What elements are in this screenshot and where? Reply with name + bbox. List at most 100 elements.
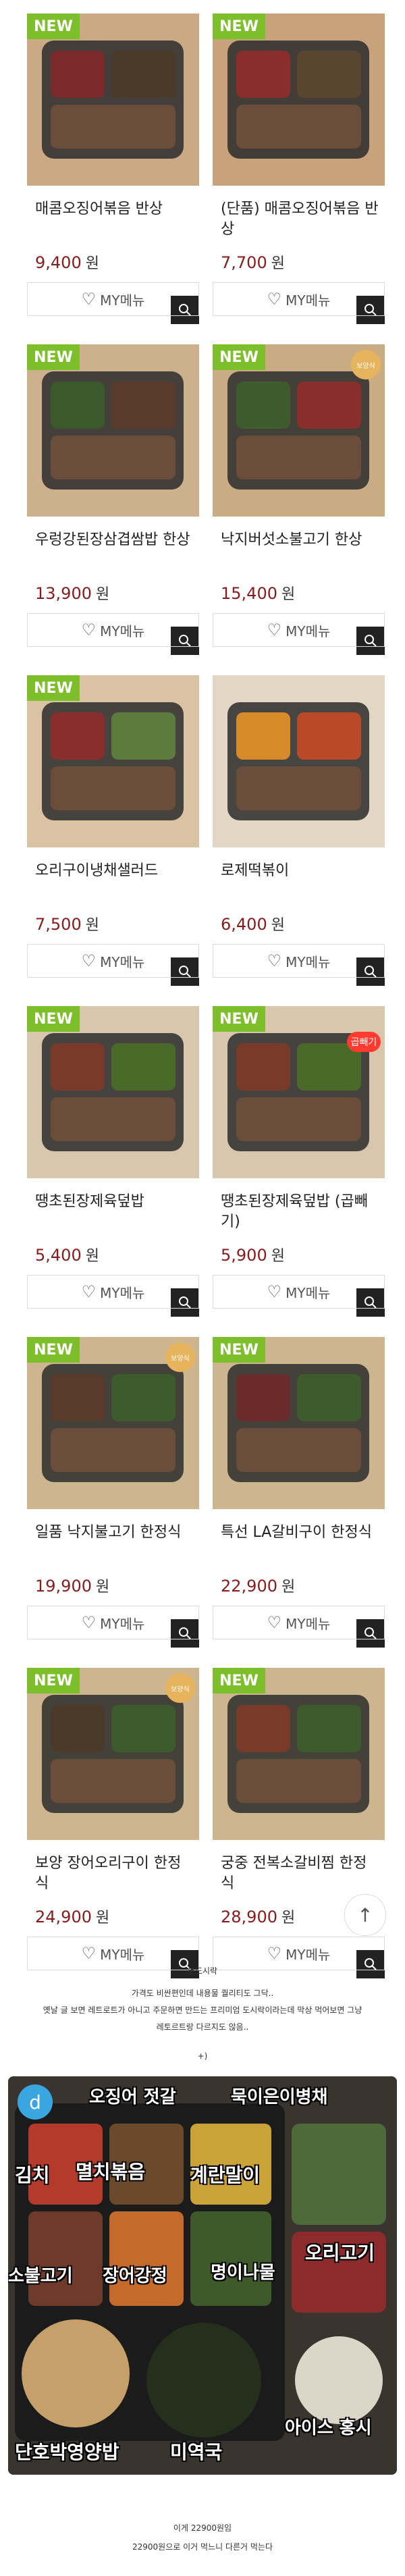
product-image[interactable] (27, 1006, 199, 1178)
product-name[interactable]: 로제떡볶이 (221, 861, 379, 881)
scroll-to-top-button[interactable]: ↑ (344, 1894, 386, 1936)
price-value: 6,400 (221, 915, 267, 934)
mymenu-label: MY메뉴 (286, 953, 331, 970)
currency-label: 원 (271, 255, 285, 272)
product-price: 5,400 원 (35, 1244, 99, 1265)
product-price: 15,400 원 (221, 582, 295, 604)
product-name[interactable]: 오리구이냉채샐러드 (35, 861, 194, 881)
photo-label: 묵이은이병채 (231, 2087, 328, 2107)
product-name[interactable]: (단품) 매콤오징어볶음 반상 (221, 199, 379, 240)
product-card[interactable]: NEW 우렁강된장삼겹쌈밥 한상 13,900 원 ♡ MY메뉴 (27, 344, 199, 655)
heart-icon: ♡ (81, 951, 97, 970)
post-section-title: 본도시락 (187, 1966, 218, 1976)
new-badge: NEW (27, 344, 80, 370)
product-card[interactable]: NEW 오리구이냉채샐러드 7,500 원 ♡ MY메뉴 (27, 675, 199, 986)
product-price: 19,900 원 (35, 1575, 109, 1596)
add-to-mymenu-button[interactable]: ♡ MY메뉴 (213, 1275, 385, 1309)
add-to-mymenu-button[interactable]: ♡ MY메뉴 (27, 282, 199, 316)
photo-label: 오리고기 (305, 2242, 375, 2264)
new-badge: NEW (27, 14, 80, 39)
product-image[interactable] (213, 14, 385, 186)
add-to-mymenu-button[interactable]: ♡ MY메뉴 (27, 613, 199, 647)
add-to-mymenu-button[interactable]: ♡ MY메뉴 (213, 282, 385, 316)
product-card[interactable]: NEW 특선 LA갈비구이 한정식 22,900 원 ♡ MY메뉴 (213, 1337, 385, 1648)
add-to-mymenu-button[interactable]: ♡ MY메뉴 (27, 1275, 199, 1309)
photo-label: 김치 (15, 2164, 50, 2186)
product-name[interactable]: 우렁강된장삼겹쌈밥 한상 (35, 530, 194, 550)
price-value: 5,400 (35, 1246, 82, 1265)
product-image[interactable] (27, 14, 199, 186)
product-name[interactable]: 낙지버섯소불고기 한상 (221, 530, 379, 550)
product-name[interactable]: 땡초된장제육덮밥 (35, 1192, 194, 1212)
currency-label: 원 (95, 1910, 110, 1926)
photo-label: 장어강정 (103, 2266, 167, 2286)
mymenu-label: MY메뉴 (100, 292, 145, 309)
product-price: 7,700 원 (221, 251, 285, 273)
product-card[interactable]: NEW (단품) 매콤오징어볶음 반상 7,700 원 ♡ MY메뉴 (213, 14, 385, 324)
product-card[interactable]: NEW 보양식 보양 장어오리구이 한정식 24,900 원 ♡ MY메뉴 (27, 1668, 199, 1978)
new-badge: NEW (213, 1668, 265, 1693)
new-badge: NEW (213, 14, 265, 39)
heart-icon: ♡ (81, 1944, 97, 1963)
photo-label: 미역국 (170, 2441, 223, 2463)
price-value: 24,900 (35, 1908, 92, 1926)
post-aside: +) (197, 2051, 208, 2061)
currency-label: 원 (95, 586, 110, 603)
mymenu-label: MY메뉴 (100, 953, 145, 970)
heart-icon: ♡ (81, 1282, 97, 1301)
mymenu-label: MY메뉴 (286, 623, 331, 639)
price-value: 9,400 (35, 253, 82, 272)
product-card[interactable]: NEW 매콤오징어볶음 반상 9,400 원 ♡ MY메뉴 (27, 14, 199, 324)
currency-label: 원 (271, 917, 285, 934)
mymenu-label: MY메뉴 (100, 1284, 145, 1301)
product-price: 9,400 원 (35, 251, 99, 273)
currency-label: 원 (95, 1579, 110, 1596)
currency-label: 원 (271, 1248, 285, 1265)
post-line-1: 가격도 비싼편인데 내용물 퀄리티도 그닥.. (131, 1989, 274, 1998)
product-image[interactable] (213, 1337, 385, 1509)
product-price: 28,900 원 (221, 1905, 295, 1927)
price-value: 13,900 (35, 584, 92, 603)
product-card[interactable]: NEW 곱빼기 땡초된장제육덮밥 (곱빼기) 5,900 원 ♡ MY메뉴 (213, 1006, 385, 1317)
heart-icon: ♡ (81, 290, 97, 309)
currency-label: 원 (85, 255, 99, 272)
product-image[interactable] (213, 675, 385, 847)
product-name[interactable]: 특선 LA갈비구이 한정식 (221, 1523, 379, 1543)
photo-label: 계란말이 (190, 2164, 261, 2186)
heart-icon: ♡ (267, 1944, 282, 1963)
product-card[interactable]: NEW 보양식 일품 낙지불고기 한정식 19,900 원 ♡ MY메뉴 (27, 1337, 199, 1648)
product-card[interactable]: NEW 땡초된장제육덮밥 5,400 원 ♡ MY메뉴 (27, 1006, 199, 1317)
price-value: 19,900 (35, 1577, 92, 1596)
food-photo-svg (213, 1337, 385, 1509)
product-image[interactable] (27, 344, 199, 517)
food-photo-svg (213, 1668, 385, 1840)
currency-label: 원 (281, 586, 296, 603)
add-to-mymenu-button[interactable]: ♡ MY메뉴 (213, 1606, 385, 1639)
product-name[interactable]: 궁중 전복소갈비찜 한정식 (221, 1854, 379, 1894)
heart-icon: ♡ (267, 621, 282, 639)
product-name[interactable]: 매콤오징어볶음 반상 (35, 199, 194, 219)
mymenu-label: MY메뉴 (286, 1946, 331, 1963)
heart-icon: ♡ (267, 1282, 282, 1301)
product-price: 22,900 원 (221, 1575, 295, 1596)
currency-label: 원 (281, 1579, 296, 1596)
product-card[interactable]: 로제떡볶이 6,400 원 ♡ MY메뉴 (213, 675, 385, 986)
product-name[interactable]: 보양 장어오리구이 한정식 (35, 1854, 194, 1894)
add-to-mymenu-button[interactable]: ♡ MY메뉴 (27, 1606, 199, 1639)
add-to-mymenu-button[interactable]: ♡ MY메뉴 (27, 944, 199, 978)
product-price: 6,400 원 (221, 913, 285, 935)
mymenu-label: MY메뉴 (100, 1615, 145, 1632)
product-name[interactable]: 땡초된장제육덮밥 (곱빼기) (221, 1192, 379, 1232)
currency-label: 원 (85, 1248, 99, 1265)
product-name[interactable]: 일품 낙지불고기 한정식 (35, 1523, 194, 1543)
food-photo-svg (213, 14, 385, 186)
photo-label: 아이스 홍시 (285, 2418, 372, 2438)
product-image[interactable] (213, 1668, 385, 1840)
product-image[interactable] (27, 675, 199, 847)
food-photo-svg (27, 344, 199, 517)
add-to-mymenu-button[interactable]: ♡ MY메뉴 (213, 613, 385, 647)
mymenu-label: MY메뉴 (286, 1284, 331, 1301)
product-card[interactable]: NEW 보양식 낙지버섯소불고기 한상 15,400 원 ♡ MY메뉴 (213, 344, 385, 655)
new-badge: NEW (27, 675, 80, 701)
add-to-mymenu-button[interactable]: ♡ MY메뉴 (213, 944, 385, 978)
